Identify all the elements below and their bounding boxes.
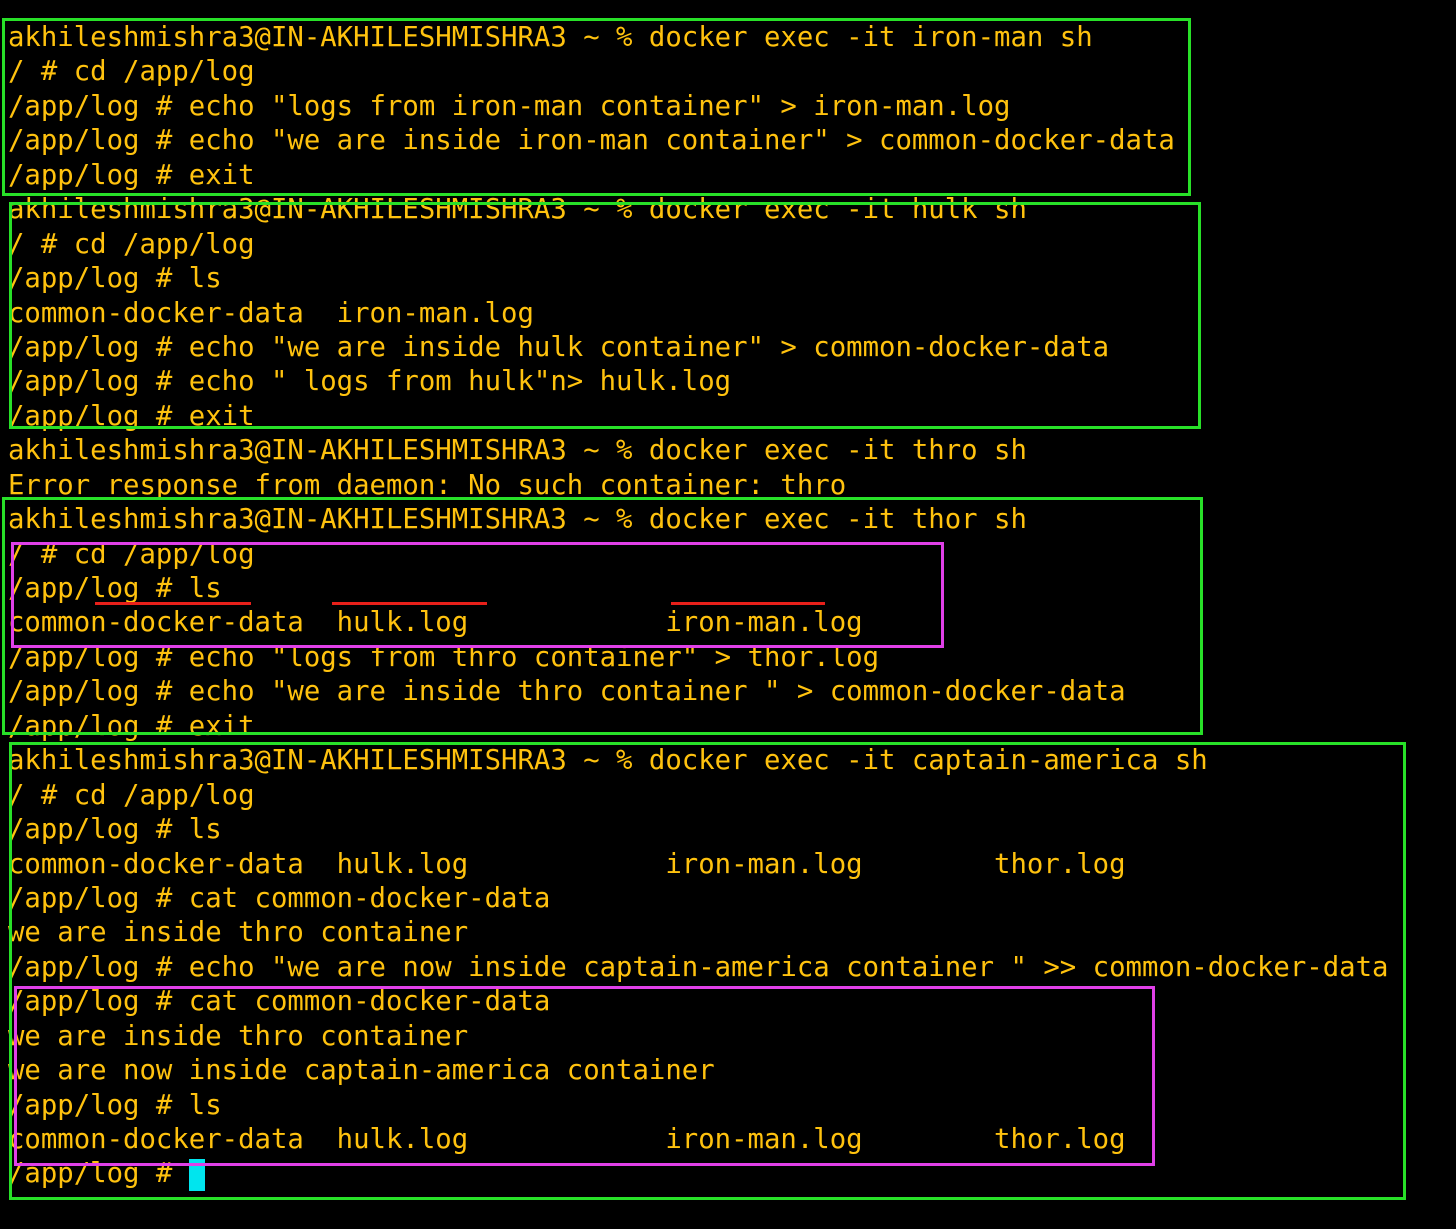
terminal-line: /app/log # exit xyxy=(8,159,255,191)
terminal-line: / # cd /app/log xyxy=(8,56,255,88)
terminal-line: /app/log # echo "we are inside hulk cont… xyxy=(8,331,1110,363)
terminal-line: /app/log # ls xyxy=(8,263,222,295)
terminal-line: /app/log # cat common-docker-data xyxy=(8,882,551,914)
terminal-prompt: /app/log # xyxy=(8,1158,189,1190)
terminal-line: / # cd /app/log xyxy=(8,779,255,811)
terminal-line: /app/log # cat common-docker-data xyxy=(8,986,551,1018)
terminal-line: /app/log # ls xyxy=(8,1089,222,1121)
terminal-line: /app/log # echo "logs from iron-man cont… xyxy=(8,90,1011,122)
terminal-line: common-docker-data hulk.log iron-man.log xyxy=(8,607,863,639)
terminal-line: /app/log # exit xyxy=(8,400,255,432)
terminal-line: we are inside thro container xyxy=(8,1020,469,1052)
terminal-line: common-docker-data iron-man.log xyxy=(8,297,534,329)
terminal-line: /app/log # echo "we are inside iron-man … xyxy=(8,125,1175,157)
terminal-line: akhileshmishra3@IN-AKHILESHMISHRA3 ~ % d… xyxy=(8,435,1027,467)
terminal-line: common-docker-data hulk.log iron-man.log… xyxy=(8,848,1126,880)
terminal-line: /app/log # ls xyxy=(8,814,222,846)
terminal-output: akhileshmishra3@IN-AKHILESHMISHRA3 ~ % d… xyxy=(8,21,1388,1192)
terminal-line: /app/log # echo " logs from hulk"n> hulk… xyxy=(8,366,732,398)
terminal-line: /app/log # ls xyxy=(8,573,222,604)
terminal-line: Error response from daemon: No such cont… xyxy=(8,469,847,501)
terminal-line: akhileshmishra3@IN-AKHILESHMISHRA3 ~ % d… xyxy=(8,194,1027,226)
terminal-line: common-docker-data hulk.log iron-man.log… xyxy=(8,1124,1126,1155)
terminal-line: / # cd /app/log xyxy=(8,228,255,260)
terminal-line: akhileshmishra3@IN-AKHILESHMISHRA3 ~ % d… xyxy=(8,22,1093,53)
terminal-window[interactable]: akhileshmishra3@IN-AKHILESHMISHRA3 ~ % d… xyxy=(0,0,1456,1229)
terminal-cursor[interactable] xyxy=(188,1158,205,1191)
terminal-line: / # cd /app/log xyxy=(8,538,255,570)
terminal-line: we are now inside captain-america contai… xyxy=(8,1055,715,1087)
terminal-line: akhileshmishra3@IN-AKHILESHMISHRA3 ~ % d… xyxy=(8,745,1208,777)
terminal-line: we are inside thro container xyxy=(8,917,469,949)
terminal-line: /app/log # echo "logs from thro containe… xyxy=(8,641,880,673)
terminal-line: /app/log # exit xyxy=(8,710,255,742)
terminal-line: akhileshmishra3@IN-AKHILESHMISHRA3 ~ % d… xyxy=(8,504,1027,536)
terminal-line: /app/log # echo "we are now inside capta… xyxy=(8,951,1389,983)
terminal-line: /app/log # echo "we are inside thro cont… xyxy=(8,676,1126,708)
terminal-prompt-line[interactable]: /app/log # xyxy=(8,1157,1388,1191)
